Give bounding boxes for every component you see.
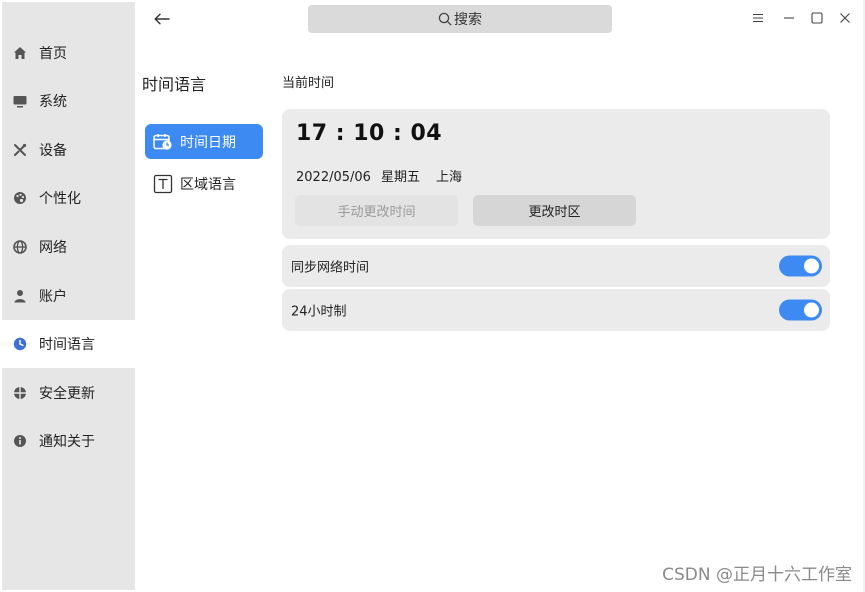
sidebar-item-network[interactable]: 网络 [2, 223, 135, 271]
subnav-item-region-language[interactable]: 区域语言 [145, 166, 263, 201]
subnav-item-label: 时间日期 [180, 134, 236, 151]
arrow-left-icon [154, 13, 170, 25]
minimize-button[interactable] [780, 8, 798, 28]
search-placeholder: 搜索 [454, 12, 482, 28]
sidebar-item-time-language[interactable]: 时间语言 [2, 320, 135, 368]
watermark: CSDN @正月十六工作室 [662, 565, 852, 585]
palette-icon [12, 190, 28, 206]
menu-button[interactable] [749, 8, 767, 28]
sidebar-item-label: 通知关于 [39, 434, 95, 450]
subnav-item-date-time[interactable]: 时间日期 [145, 124, 263, 159]
maximize-button[interactable] [808, 8, 826, 28]
sidebar-item-label: 安全更新 [39, 386, 95, 402]
sidebar-item-system[interactable]: 系统 [2, 77, 135, 125]
change-timezone-button[interactable]: 更改时区 [473, 195, 636, 226]
sidebar-item-home[interactable]: 首页 [2, 29, 135, 77]
sync-network-time-label: 同步网络时间 [291, 260, 370, 276]
sidebar-item-label: 个性化 [39, 191, 81, 207]
monitor-icon [12, 93, 28, 109]
toggle-knob [804, 302, 819, 318]
current-time-heading: 当前时间 [282, 76, 335, 91]
sidebar-item-label: 设备 [39, 143, 67, 159]
sidebar-item-accounts[interactable]: 账户 [2, 272, 135, 320]
sidebar-item-label: 首页 [39, 46, 67, 62]
sidebar-item-label: 时间语言 [39, 337, 95, 353]
hamburger-menu-icon [753, 13, 763, 23]
sidebar-item-label: 网络 [39, 240, 67, 256]
info-icon [12, 433, 28, 449]
home-icon [12, 45, 28, 61]
sync-network-time-toggle[interactable] [779, 255, 822, 277]
minimize-icon [784, 17, 794, 19]
sidebar-item-personalization[interactable]: 个性化 [2, 174, 135, 222]
close-icon [840, 13, 850, 23]
clock-display: 17 : 10 : 04 [296, 121, 443, 146]
close-button[interactable] [836, 8, 854, 28]
maximize-icon [811, 12, 823, 24]
section-title: 时间语言 [142, 75, 207, 94]
weekday-text: 星期五 [380, 170, 420, 185]
globe-icon [12, 239, 28, 255]
manual-change-time-button[interactable]: 手动更改时间 [295, 195, 458, 226]
date-line: 2022/05/06 星期五 上海 [296, 166, 472, 185]
subnav-item-label: 区域语言 [180, 176, 236, 193]
search-icon [438, 12, 452, 26]
calendar-clock-icon [153, 132, 173, 152]
search-input[interactable]: 搜索 [308, 5, 612, 33]
sidebar-item-label: 系统 [39, 94, 67, 110]
sidebar-item-devices[interactable]: 设备 [2, 126, 135, 174]
shield-icon [12, 385, 28, 401]
time-card: 17 : 10 : 04 2022/05/06 星期五 上海 手动更改时间 更改时区 [282, 109, 830, 239]
toggle-knob [804, 258, 819, 274]
24-hour-format-row: 24小时制 [282, 289, 830, 331]
timezone-city: 上海 [435, 170, 462, 185]
clock-icon [12, 336, 28, 352]
tools-icon [12, 142, 28, 158]
sidebar: 首页 系统 设备 个性化 网络 账户 时间语言 安全更新 通知关于 [2, 2, 135, 590]
sync-network-time-row: 同步网络时间 [282, 245, 830, 287]
24-hour-format-toggle[interactable] [779, 299, 822, 321]
back-button[interactable] [150, 8, 174, 30]
user-icon [12, 288, 28, 304]
region-language-icon [153, 174, 173, 194]
sidebar-item-notification-about[interactable]: 通知关于 [2, 417, 135, 465]
sidebar-item-security-update[interactable]: 安全更新 [2, 369, 135, 417]
date-text: 2022/05/06 [296, 170, 371, 185]
24-hour-format-label: 24小时制 [291, 304, 347, 320]
sidebar-item-label: 账户 [39, 289, 67, 305]
